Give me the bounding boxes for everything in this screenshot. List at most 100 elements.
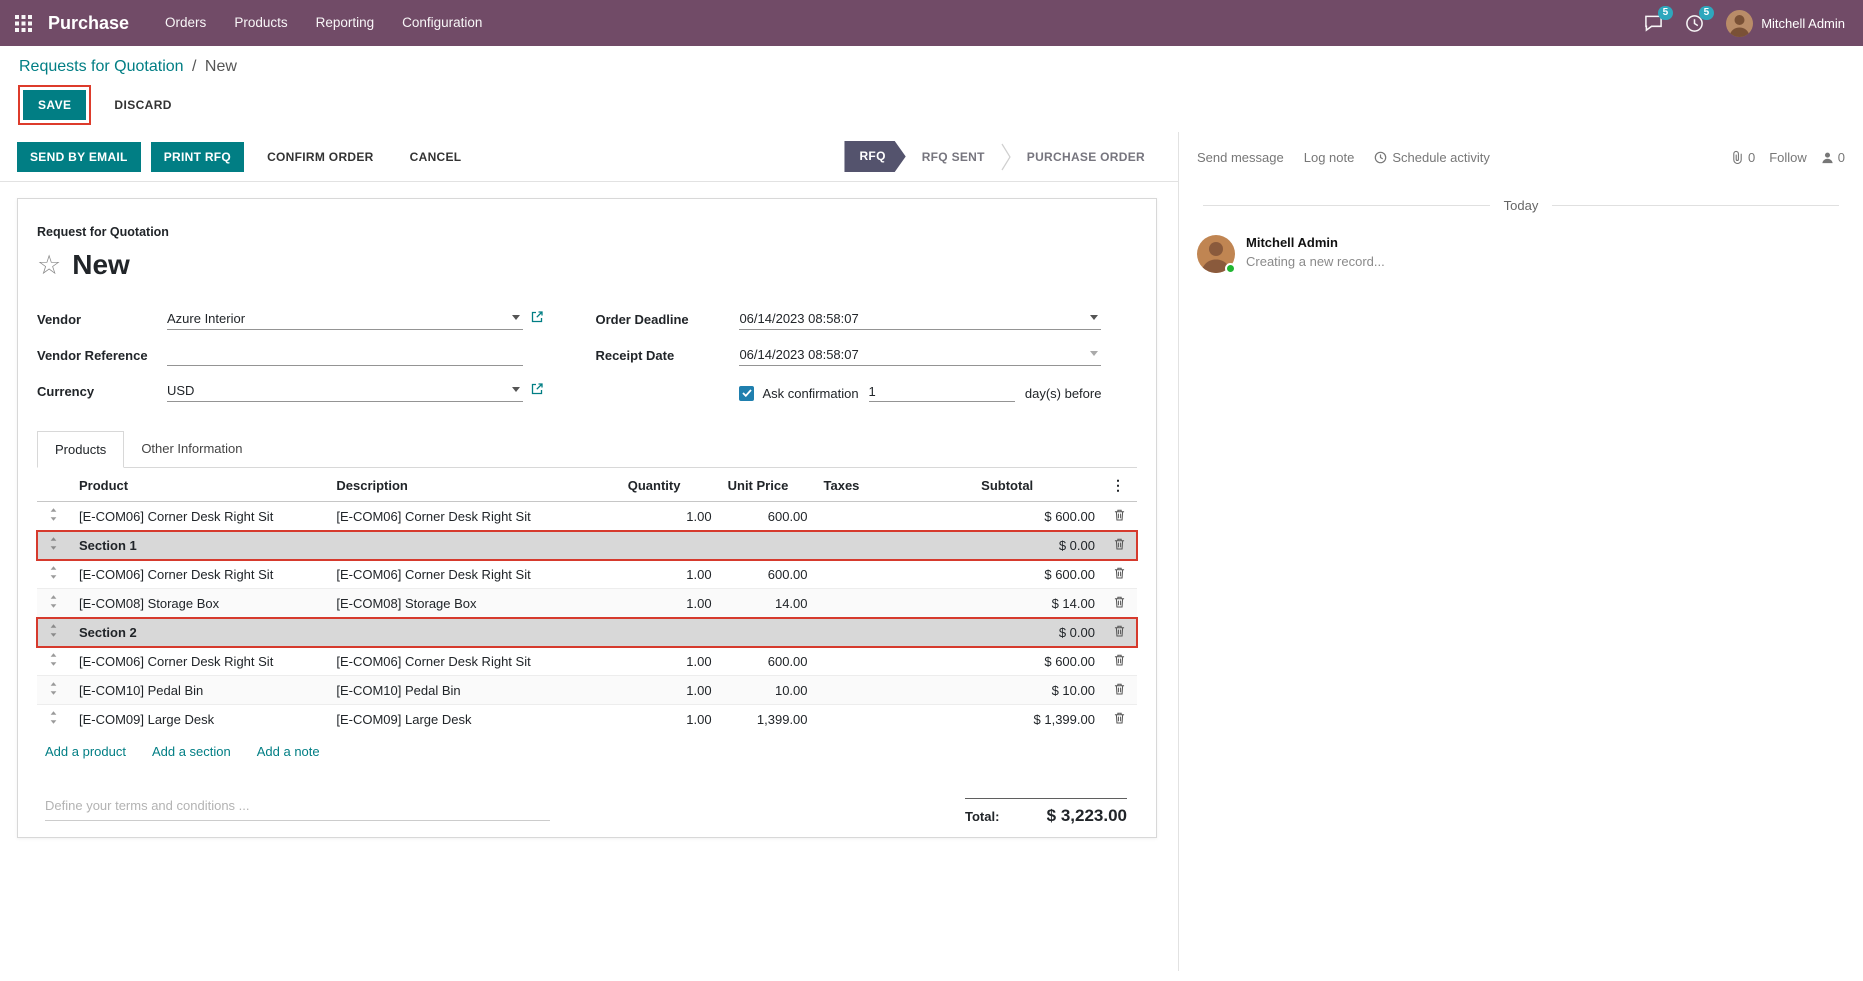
drag-handle-icon[interactable] [37,647,71,676]
app-name[interactable]: Purchase [48,13,129,34]
cell-quantity[interactable]: 1.00 [620,502,720,531]
cell-unit-price[interactable]: 600.00 [720,502,816,531]
send-by-email-button[interactable]: SEND BY EMAIL [17,142,141,172]
delete-line-icon[interactable] [1103,560,1137,589]
cell-product[interactable]: [E-COM09] Large Desk [71,705,328,734]
menu-configuration[interactable]: Configuration [388,0,496,46]
delete-line-icon[interactable] [1103,502,1137,531]
vendor-reference-field[interactable] [167,347,523,366]
cell-taxes[interactable] [816,647,974,676]
schedule-activity-button[interactable]: Schedule activity [1374,150,1490,165]
receipt-date-label: Receipt Date [595,348,739,366]
menu-products[interactable]: Products [220,0,301,46]
add-note-link[interactable]: Add a note [257,744,320,759]
menu-orders[interactable]: Orders [151,0,220,46]
cell-taxes[interactable] [816,560,974,589]
favorite-star-icon[interactable]: ☆ [37,252,61,279]
tab-products[interactable]: Products [37,431,124,468]
delete-line-icon[interactable] [1103,589,1137,618]
add-section-link[interactable]: Add a section [152,744,231,759]
cell-subtotal: $ 600.00 [973,502,1103,531]
cell-unit-price[interactable]: 14.00 [720,589,816,618]
cell-description[interactable]: [E-COM09] Large Desk [328,705,619,734]
save-button[interactable]: SAVE [23,90,86,120]
section-label[interactable]: Section 2 [71,618,973,647]
vendor-field[interactable]: Azure Interior [167,311,523,330]
activities-icon[interactable]: 5 [1685,14,1704,33]
delete-line-icon[interactable] [1103,705,1137,734]
delete-line-icon[interactable] [1103,531,1137,560]
cell-description[interactable]: [E-COM06] Corner Desk Right Sit [328,560,619,589]
cell-product[interactable]: [E-COM06] Corner Desk Right Sit [71,502,328,531]
receipt-date-field[interactable]: 06/14/2023 08:58:07 [739,347,1101,366]
followers-button[interactable]: 0 [1821,150,1845,165]
state-purchase-order[interactable]: PURCHASE ORDER [1011,150,1161,164]
user-menu[interactable]: Mitchell Admin [1726,10,1845,37]
cell-product[interactable]: [E-COM06] Corner Desk Right Sit [71,560,328,589]
order-deadline-field[interactable]: 06/14/2023 08:58:07 [739,311,1101,330]
apps-grid-icon[interactable] [0,0,46,46]
discard-button[interactable]: DISCARD [108,97,177,113]
tab-other-information[interactable]: Other Information [124,431,259,468]
add-product-link[interactable]: Add a product [45,744,126,759]
cell-quantity[interactable]: 1.00 [620,676,720,705]
cell-quantity[interactable]: 1.00 [620,705,720,734]
state-rfq[interactable]: RFQ [844,141,905,172]
ask-confirmation-label: Ask confirmation [762,386,858,401]
currency-field[interactable]: USD [167,383,523,402]
cell-description[interactable]: [E-COM06] Corner Desk Right Sit [328,502,619,531]
breadcrumb-parent-link[interactable]: Requests for Quotation [19,58,184,75]
delete-line-icon[interactable] [1103,647,1137,676]
terms-conditions-input[interactable] [45,798,550,821]
drag-handle-icon[interactable] [37,502,71,531]
caret-down-icon[interactable] [1090,315,1098,320]
confirmation-days-field[interactable]: 1 [869,384,1015,402]
menu-reporting[interactable]: Reporting [302,0,389,46]
cell-unit-price[interactable]: 600.00 [720,647,816,676]
cell-product[interactable]: [E-COM06] Corner Desk Right Sit [71,647,328,676]
cell-unit-price[interactable]: 600.00 [720,560,816,589]
delete-line-icon[interactable] [1103,618,1137,647]
print-rfq-button[interactable]: PRINT RFQ [151,142,244,172]
drag-handle-icon[interactable] [37,618,71,647]
cell-unit-price[interactable]: 10.00 [720,676,816,705]
state-rfq-sent[interactable]: RFQ SENT [906,150,1001,164]
cell-subtotal: $ 600.00 [973,647,1103,676]
confirm-order-button[interactable]: CONFIRM ORDER [254,142,387,172]
log-note-button[interactable]: Log note [1304,150,1355,165]
cell-quantity[interactable]: 1.00 [620,647,720,676]
drag-handle-icon[interactable] [37,676,71,705]
caret-down-icon[interactable] [512,315,520,320]
cell-description[interactable]: [E-COM08] Storage Box [328,589,619,618]
cancel-button[interactable]: CANCEL [397,142,475,172]
cell-unit-price[interactable]: 1,399.00 [720,705,816,734]
delete-line-icon[interactable] [1103,676,1137,705]
cell-quantity[interactable]: 1.00 [620,560,720,589]
send-message-button[interactable]: Send message [1197,150,1284,165]
cell-description[interactable]: [E-COM06] Corner Desk Right Sit [328,647,619,676]
cell-product[interactable]: [E-COM08] Storage Box [71,589,328,618]
ask-confirmation-checkbox[interactable] [739,386,754,401]
caret-down-icon[interactable] [512,387,520,392]
cell-taxes[interactable] [816,502,974,531]
drag-handle-icon[interactable] [37,560,71,589]
messages-icon[interactable]: 5 [1644,14,1663,32]
cell-description[interactable]: [E-COM10] Pedal Bin [328,676,619,705]
section-label[interactable]: Section 1 [71,531,973,560]
column-options-icon[interactable]: ⋮ [1103,468,1137,502]
follow-button[interactable]: Follow [1769,150,1807,165]
external-link-icon[interactable] [531,382,543,400]
cell-taxes[interactable] [816,676,974,705]
cell-taxes[interactable] [816,705,974,734]
caret-down-icon[interactable] [1090,351,1098,356]
header-taxes: Taxes [816,468,974,502]
drag-handle-icon[interactable] [37,589,71,618]
cell-product[interactable]: [E-COM10] Pedal Bin [71,676,328,705]
breadcrumb-current: New [205,58,237,75]
drag-handle-icon[interactable] [37,705,71,734]
cell-taxes[interactable] [816,589,974,618]
cell-quantity[interactable]: 1.00 [620,589,720,618]
drag-handle-icon[interactable] [37,531,71,560]
attachments-button[interactable]: 0 [1731,150,1755,165]
external-link-icon[interactable] [531,310,543,328]
